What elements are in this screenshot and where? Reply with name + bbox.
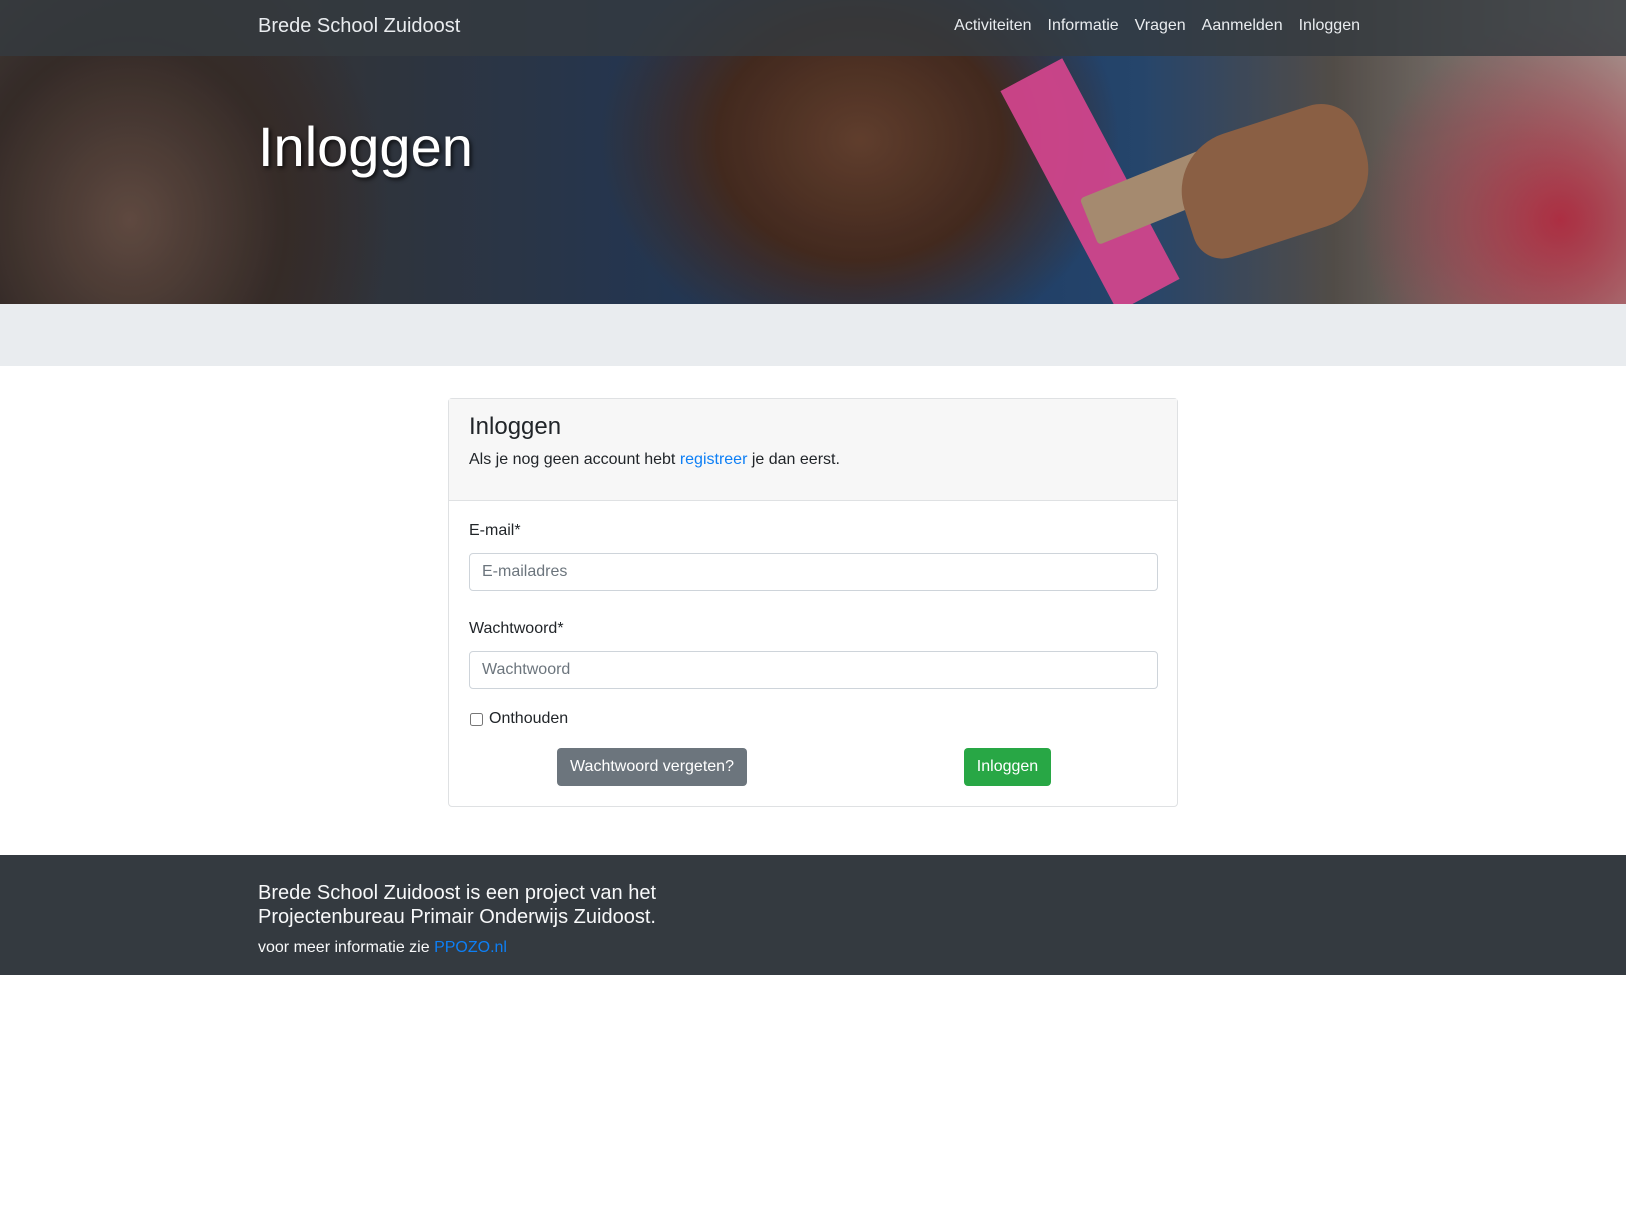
- nav-item-vragen[interactable]: Vragen: [1127, 17, 1194, 35]
- login-card-header: Inloggen Als je nog geen account hebt re…: [449, 399, 1177, 501]
- login-button[interactable]: Inloggen: [964, 748, 1051, 786]
- remember-checkbox[interactable]: [470, 712, 483, 726]
- button-row: Wachtwoord vergeten? Inloggen: [469, 748, 1157, 788]
- top-navbar: Brede School Zuidoost Activiteiten Infor…: [0, 0, 1626, 56]
- register-hint-text-end: je dan eerst.: [747, 450, 840, 468]
- password-label: Wachtwoord*: [469, 620, 564, 637]
- login-form: E-mail* Wachtwoord* Onthouden Wachtwoord…: [449, 501, 1177, 788]
- footer-info: voor meer informatie zie PPOZO.nl: [258, 939, 507, 957]
- register-hint: Als je nog geen account hebt registreer …: [469, 451, 1157, 469]
- footer-project-text: Brede School Zuidoost is een project van…: [258, 882, 657, 904]
- register-hint-text: Als je nog geen account hebt: [469, 450, 680, 468]
- grey-band: [0, 304, 1626, 366]
- login-card: Inloggen Als je nog geen account hebt re…: [448, 398, 1178, 807]
- footer-info-text: voor meer informatie zie: [258, 939, 435, 956]
- email-field[interactable]: [469, 553, 1158, 591]
- nav-links: Activiteiten Informatie Vragen Aanmelden…: [946, 17, 1360, 35]
- remember-label[interactable]: Onthouden: [489, 710, 568, 728]
- login-card-title: Inloggen: [469, 413, 562, 440]
- email-label: E-mail*: [469, 522, 521, 539]
- forgot-password-button[interactable]: Wachtwoord vergeten?: [557, 748, 747, 786]
- page-title: Inloggen: [258, 115, 473, 178]
- nav-item-activiteiten[interactable]: Activiteiten: [946, 17, 1039, 35]
- remember-row: Onthouden: [469, 709, 1157, 729]
- nav-item-aanmelden[interactable]: Aanmelden: [1194, 17, 1291, 35]
- brand-link[interactable]: Brede School Zuidoost: [258, 15, 460, 38]
- ppozo-link[interactable]: PPOZO.nl: [434, 939, 507, 956]
- register-link[interactable]: registreer: [680, 451, 748, 468]
- password-field[interactable]: [469, 651, 1158, 689]
- nav-item-inloggen[interactable]: Inloggen: [1291, 17, 1360, 35]
- footer-project-text-2: Projectenbureau Primair Onderwijs Zuidoo…: [258, 906, 656, 928]
- nav-item-informatie[interactable]: Informatie: [1040, 17, 1127, 35]
- hero-banner: Brede School Zuidoost Activiteiten Infor…: [0, 0, 1626, 304]
- footer: Brede School Zuidoost is een project van…: [0, 855, 1626, 975]
